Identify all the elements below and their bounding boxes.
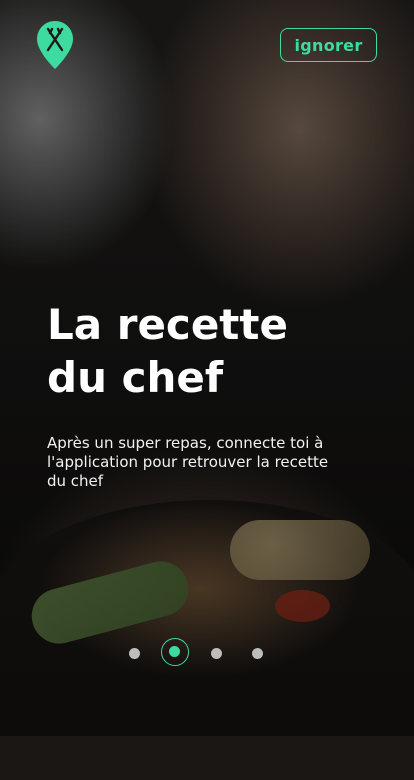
- pagination-dots: [0, 638, 414, 670]
- pagination-dot-2-active[interactable]: [161, 638, 189, 666]
- pagination-dot-4[interactable]: [252, 648, 263, 659]
- pagination-dot-1[interactable]: [129, 648, 140, 659]
- fork-knife-pin-icon: [36, 20, 74, 70]
- slide-title-line-1: La recette: [47, 300, 288, 349]
- slide-title-line-2: du chef: [47, 353, 224, 402]
- skip-button[interactable]: ignorer: [280, 28, 377, 62]
- slide-title: La recette du chef: [47, 298, 367, 404]
- slide-description: Après un super repas, connecte toi à l'a…: [47, 434, 329, 490]
- pagination-dot-3[interactable]: [211, 648, 222, 659]
- pagination-dot-2-fill: [169, 646, 180, 657]
